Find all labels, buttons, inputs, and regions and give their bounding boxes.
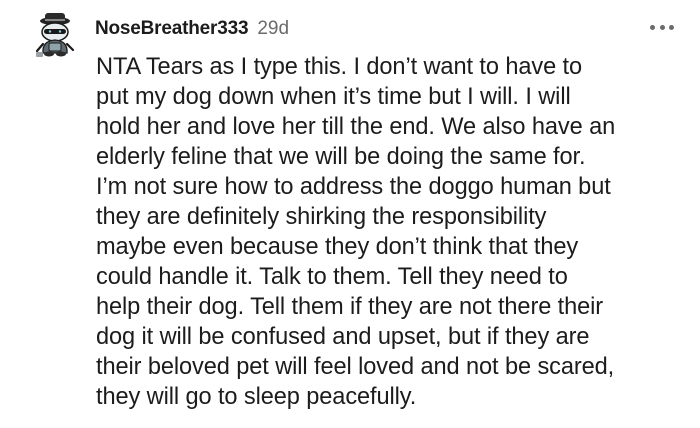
overflow-dot [669,24,674,30]
comment-body-line: maybe even because they don’t think that… [96,234,579,260]
comment-timestamp[interactable]: 29d [257,18,289,40]
more-options-icon[interactable] [650,19,674,35]
comment-header: NoseBreather333 29d [95,16,289,42]
overflow-dot [650,24,655,30]
comment-body-line: dog it will be confused and upset, but i… [96,324,590,350]
avatar[interactable] [30,10,80,60]
comment-body-line: they are definitely shirking the respons… [96,204,547,230]
username-link[interactable]: NoseBreather333 [95,18,249,40]
comment-body-line: I’m not sure how to address the doggo hu… [96,174,611,200]
comment-body-line: hold her and love her till the end. We a… [96,114,616,140]
comment-body: NTA Tears as I type this. I don’t want t… [96,52,692,412]
comment-body-line: their beloved pet will feel loved and no… [96,354,615,380]
snoo-avatar-icon [35,13,75,57]
overflow-dot [659,24,665,30]
comment-body-line: put my dog down when it’s time but I wil… [96,84,571,110]
comment-body-line: could handle it. Talk to them. Tell they… [96,264,568,290]
comment: NoseBreather333 29d NTA Tears as I type … [0,0,700,428]
comment-body-line: elderly feline that we will be doing the… [96,144,586,170]
comment-body-line: help their dog. Tell them if they are no… [96,294,604,320]
comment-body-line: they will go to sleep peacefully. [96,384,417,410]
comment-body-line: NTA Tears as I type this. I don’t want t… [96,54,583,80]
